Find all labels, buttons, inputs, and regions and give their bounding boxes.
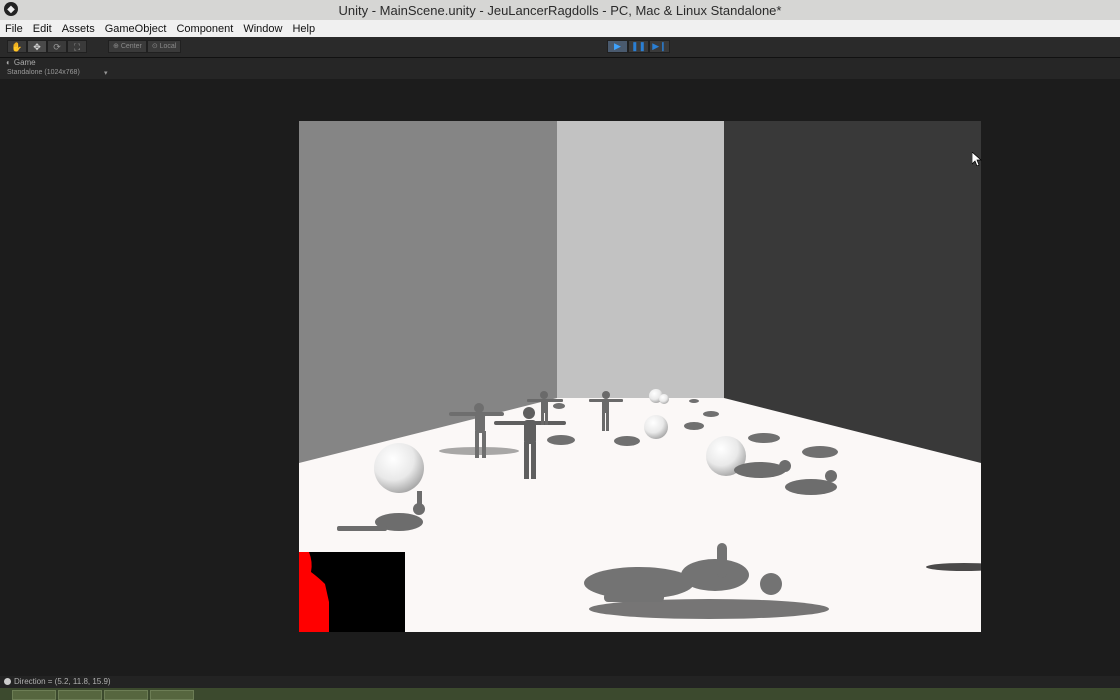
camera-minimap xyxy=(299,552,405,632)
play-icon[interactable]: ▶ xyxy=(607,40,628,53)
game-tab-bar: ◐ Game xyxy=(0,58,1120,69)
pivot-label: Center xyxy=(120,43,142,50)
menu-window[interactable]: Window xyxy=(238,23,287,35)
aspect-dropdown[interactable]: Standalone (1024x768) xyxy=(7,69,80,76)
transform-tools: ✋ ✥ ⟳ ⛶ xyxy=(7,40,87,53)
move-icon[interactable]: ✥ xyxy=(27,40,47,53)
mouse-cursor-icon xyxy=(972,152,982,166)
playback-controls: ▶ ❚❚ ▶❙ xyxy=(607,40,670,53)
chevron-down-icon[interactable]: ▾ xyxy=(104,69,108,77)
minimap-figure xyxy=(299,552,329,632)
step-icon[interactable]: ▶❙ xyxy=(649,40,670,53)
file-explorer-icon[interactable] xyxy=(12,690,56,700)
sphere xyxy=(374,443,424,493)
menu-help[interactable]: Help xyxy=(287,23,320,35)
unity-player-icon[interactable] xyxy=(150,690,194,700)
pivot-center-button[interactable]: ⊕ Center xyxy=(108,40,147,53)
sphere xyxy=(659,394,669,404)
window-title-bar: ◆ Unity - MainScene.unity - JeuLancerRag… xyxy=(0,0,1120,20)
pivot-space-button[interactable]: ⊙ Local xyxy=(146,40,182,53)
scale-icon[interactable]: ⛶ xyxy=(67,40,87,53)
menu-file[interactable]: File xyxy=(0,23,28,35)
menu-bar: File Edit Assets GameObject Component Wi… xyxy=(0,20,1120,37)
pivot-toggles: ⊕ Center ⊙ Local xyxy=(108,40,182,53)
rotate-icon[interactable]: ⟳ xyxy=(47,40,67,53)
hand-icon[interactable]: ✋ xyxy=(7,40,27,53)
windows-taskbar xyxy=(0,688,1120,700)
firefox-icon[interactable] xyxy=(58,690,102,700)
space-label: Local xyxy=(159,43,177,50)
console-status-text[interactable]: Direction = (5.2, 11.8, 15.9) xyxy=(14,677,111,686)
aspect-row: Standalone (1024x768) ▾ xyxy=(0,69,1120,79)
pause-icon[interactable]: ❚❚ xyxy=(628,40,649,53)
status-bar: Direction = (5.2, 11.8, 15.9) xyxy=(0,676,1120,688)
info-icon xyxy=(4,678,11,685)
menu-component[interactable]: Component xyxy=(171,23,238,35)
menu-assets[interactable]: Assets xyxy=(57,23,100,35)
game-tab-label: Game xyxy=(13,58,36,67)
unity-icon[interactable] xyxy=(104,690,148,700)
menu-edit[interactable]: Edit xyxy=(28,23,57,35)
toolbar: ✋ ✥ ⟳ ⛶ ⊕ Center ⊙ Local ▶ ❚❚ ▶❙ xyxy=(0,37,1120,58)
menu-gameobject[interactable]: GameObject xyxy=(100,23,172,35)
sphere xyxy=(644,415,668,439)
unity-logo-icon: ◆ xyxy=(4,2,18,16)
window-title: Unity - MainScene.unity - JeuLancerRagdo… xyxy=(338,2,782,18)
tab-game[interactable]: ◐ Game xyxy=(6,58,36,67)
game-tab-icon: ◐ xyxy=(6,58,11,67)
